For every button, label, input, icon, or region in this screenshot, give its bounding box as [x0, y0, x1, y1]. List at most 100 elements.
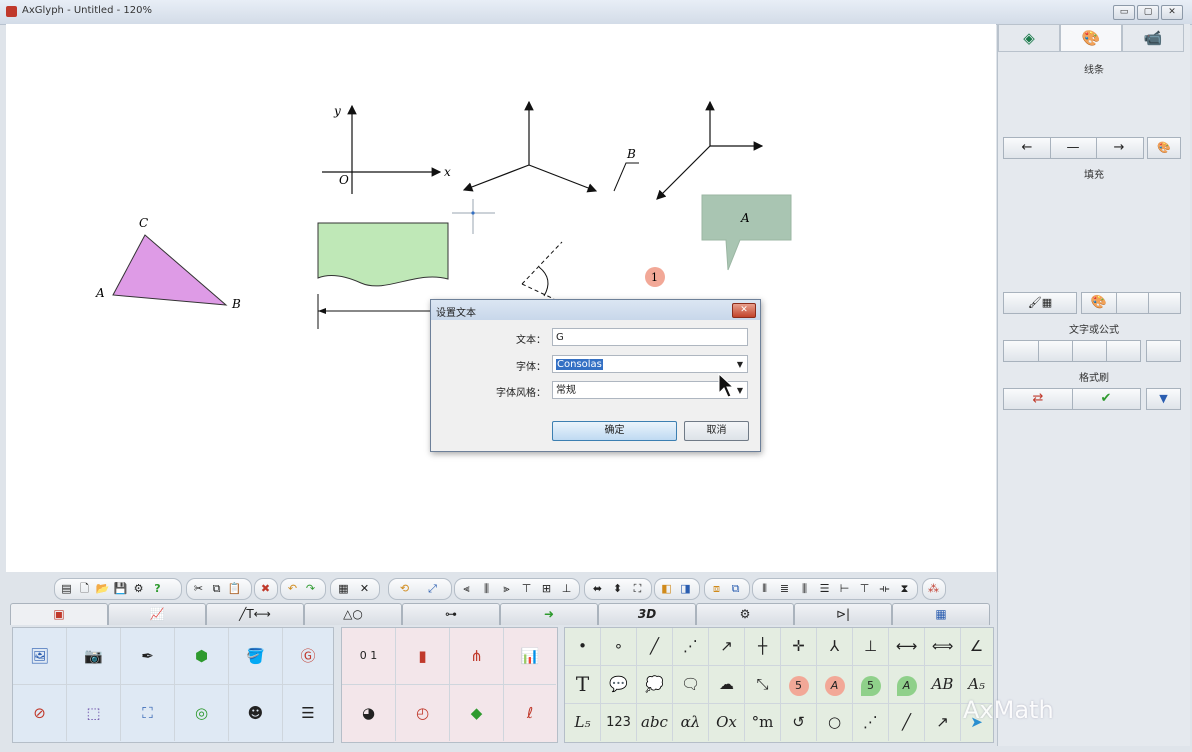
- dimension-line[interactable]: [317, 294, 432, 329]
- text-input[interactable]: G: [552, 328, 748, 346]
- letter-circle-tool[interactable]: A: [817, 666, 853, 704]
- leader-line-tool[interactable]: ⤡: [745, 666, 781, 704]
- distribute-h2-icon[interactable]: ⫼: [797, 581, 812, 596]
- flip-icon[interactable]: ⤢: [425, 581, 440, 596]
- tab-charts[interactable]: 📈: [108, 603, 206, 625]
- tab-physics[interactable]: ⚙: [696, 603, 794, 625]
- redo-icon[interactable]: ↷: [303, 581, 318, 596]
- new-menu-icon[interactable]: ▤: [59, 581, 74, 596]
- tab-style[interactable]: 🎨: [1060, 24, 1122, 52]
- tab-flowchart[interactable]: ⊶: [402, 603, 500, 625]
- pen-tool-icon[interactable]: ✒: [121, 628, 175, 685]
- cube-edit-icon[interactable]: ⬢: [175, 628, 229, 685]
- polar-plot-icon[interactable]: ◴: [396, 685, 450, 741]
- 3d-axes[interactable]: [462, 100, 598, 193]
- line-color-button[interactable]: 🎨: [1147, 137, 1181, 159]
- letter-pin-tool[interactable]: A: [889, 666, 925, 704]
- delete-icon[interactable]: ✖: [258, 581, 273, 596]
- ok-button[interactable]: 确定: [552, 421, 677, 441]
- number-pin-tool[interactable]: 5: [853, 666, 889, 704]
- triangle-shape[interactable]: C A B: [95, 216, 241, 311]
- callout-round-tool[interactable]: 💭: [637, 666, 673, 704]
- align-middle-icon[interactable]: ⊞: [539, 581, 554, 596]
- dotted-line-tool[interactable]: ⋰: [853, 704, 889, 741]
- text-option-4[interactable]: [1106, 341, 1140, 361]
- text-option-3[interactable]: [1072, 341, 1107, 361]
- color-bar-icon[interactable]: ▮: [396, 628, 450, 685]
- align-center-icon[interactable]: ⫼: [479, 581, 494, 596]
- italic-text-tool[interactable]: abc: [637, 704, 673, 741]
- space-h2-icon[interactable]: ⟛: [877, 581, 892, 596]
- tab-layers[interactable]: ◈: [998, 24, 1060, 52]
- length-label-tool[interactable]: L₅: [565, 704, 601, 741]
- bring-front-icon[interactable]: ⧈: [709, 581, 724, 596]
- text-option-5[interactable]: [1146, 340, 1181, 362]
- align-top-icon[interactable]: ⊤: [519, 581, 534, 596]
- dashed-line-tool[interactable]: ⋰: [673, 628, 709, 666]
- fill-option-2[interactable]: [1116, 293, 1149, 313]
- maximize-button[interactable]: ▢: [1137, 5, 1159, 20]
- thick-line-tool[interactable]: ╱: [889, 704, 925, 741]
- font-select[interactable]: Consolas ▼: [552, 355, 748, 373]
- tab-3d[interactable]: 3D: [598, 603, 696, 625]
- help-icon[interactable]: ?: [150, 581, 165, 596]
- distribute-v2-icon[interactable]: ☰: [817, 581, 832, 596]
- 3d-axes-tool[interactable]: ⅄: [817, 628, 853, 666]
- insert-picture-icon[interactable]: 🖼: [13, 628, 67, 685]
- crop-icon[interactable]: ⛶: [121, 685, 175, 741]
- more-dropdown-button[interactable]: ▼: [1146, 388, 1181, 410]
- text-tool[interactable]: T: [565, 666, 601, 704]
- text-option-1[interactable]: [1004, 341, 1039, 361]
- align-left-icon[interactable]: ⫷: [459, 581, 474, 596]
- line-plain-button[interactable]: —: [1050, 138, 1097, 158]
- line-tool[interactable]: ╱: [637, 628, 673, 666]
- new-file-icon[interactable]: 🗋: [77, 581, 92, 596]
- paste-icon[interactable]: 📋: [227, 581, 242, 596]
- callout-rect-tool[interactable]: 💬: [601, 666, 637, 704]
- vector-arrow-tool[interactable]: ↗: [925, 704, 961, 741]
- callout-oval-tool[interactable]: 🗨: [673, 666, 709, 704]
- drawing-canvas[interactable]: y x O B A C A B 1: [6, 24, 996, 572]
- fill-option-3[interactable]: [1148, 293, 1180, 313]
- close-button[interactable]: ✕: [1161, 5, 1183, 20]
- text-g-icon[interactable]: Ⓖ: [283, 628, 333, 685]
- axis-label-tool[interactable]: Ox: [709, 704, 745, 741]
- orbit-icon[interactable]: ⊘: [13, 685, 67, 741]
- grid-snap-icon[interactable]: ▦: [336, 581, 351, 596]
- tab-more[interactable]: ▦: [892, 603, 990, 625]
- xy-axes[interactable]: y x O: [322, 104, 451, 194]
- swap-button[interactable]: ⇄: [1004, 389, 1073, 409]
- spiral-curve-icon[interactable]: ℓ: [504, 685, 556, 741]
- cancel-button[interactable]: 取消: [684, 421, 749, 441]
- xy-axes-tool[interactable]: ✛: [781, 628, 817, 666]
- pie-chart-icon[interactable]: ◕: [342, 685, 396, 741]
- align-bottom-icon[interactable]: ⊥: [559, 581, 574, 596]
- open-folder-icon[interactable]: 📂: [95, 581, 110, 596]
- rotate-icon[interactable]: ⟲: [397, 581, 412, 596]
- undo-icon[interactable]: ↶: [285, 581, 300, 596]
- minimize-button[interactable]: ▭: [1113, 5, 1135, 20]
- dot-tool[interactable]: •: [565, 628, 601, 666]
- surface-plot-icon[interactable]: ◆: [450, 685, 504, 741]
- layers-list-icon[interactable]: ☰: [283, 685, 333, 741]
- oblique-axes[interactable]: [656, 100, 764, 200]
- cut-icon[interactable]: ✂: [191, 581, 206, 596]
- rotate-arc-tool[interactable]: ↺: [781, 704, 817, 741]
- bar-chart-icon[interactable]: 📊: [504, 628, 556, 685]
- tab-images[interactable]: ▣: [10, 603, 108, 625]
- circle-arc-tool[interactable]: ○: [817, 704, 853, 741]
- document-shape[interactable]: [317, 222, 449, 287]
- corner-axes-tool[interactable]: ⊥: [853, 628, 889, 666]
- tab-circuits[interactable]: ⊳|: [794, 603, 892, 625]
- dimension-tool[interactable]: ⟷: [889, 628, 925, 666]
- screenshot-icon[interactable]: 📷: [67, 628, 121, 685]
- tab-arrows[interactable]: ➜: [500, 603, 598, 625]
- function-plot-icon[interactable]: ⋔: [450, 628, 504, 685]
- align-right-icon[interactable]: ⫸: [499, 581, 514, 596]
- distribute-v-icon[interactable]: ≣: [777, 581, 792, 596]
- label-ab-tool[interactable]: AB: [925, 666, 961, 704]
- number-circle-tool[interactable]: 5: [781, 666, 817, 704]
- arrow-left-button[interactable]: ←: [1004, 138, 1051, 158]
- snap-point-icon[interactable]: ✕: [357, 581, 372, 596]
- apply-button[interactable]: ✔: [1072, 389, 1140, 409]
